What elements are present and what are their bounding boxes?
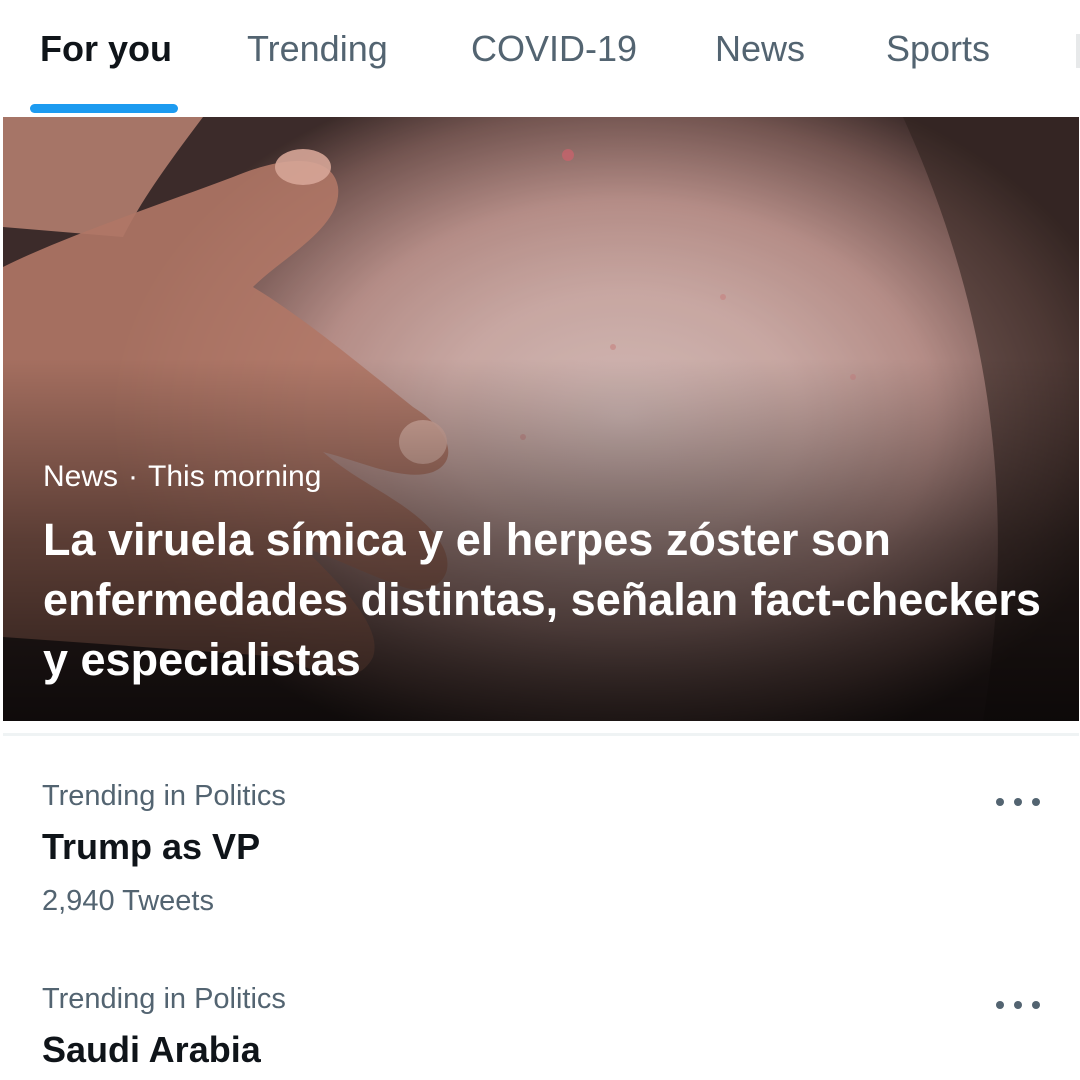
trend-count: 2,940 Tweets (42, 885, 214, 917)
trend-item[interactable]: Trending in Politics Trump as VP 2,940 T… (0, 760, 1080, 960)
hero-news-card[interactable]: News · This morning La viruela símica y el… (3, 117, 1079, 721)
tab-trending[interactable]: Trending (247, 28, 388, 70)
hero-headline: La viruela símica y el herpes zóster son… (43, 514, 1041, 685)
hero-meta: News · This morning (43, 460, 321, 494)
trend-title: Trump as VP (42, 826, 261, 867)
tab-covid-19[interactable]: COVID-19 (471, 28, 637, 70)
trend-item[interactable]: Trending in Politics Saudi Arabia (0, 963, 1080, 1080)
tab-news[interactable]: News (715, 28, 805, 70)
active-tab-indicator (30, 104, 178, 113)
more-horizontal-icon[interactable] (996, 990, 1040, 1020)
tab-for-you[interactable]: For you (40, 28, 172, 70)
explore-tabs: For you Trending COVID-19 News Sports (0, 0, 1080, 115)
hero-category: News (43, 460, 119, 493)
trend-context: Trending in Politics (42, 780, 286, 812)
meta-separator: · (128, 460, 139, 493)
section-divider (3, 733, 1079, 736)
tab-overflow-edge (1076, 34, 1080, 68)
trend-title: Saudi Arabia (42, 1029, 261, 1070)
hero-time: This morning (148, 460, 322, 493)
tab-sports[interactable]: Sports (886, 28, 990, 70)
trend-context: Trending in Politics (42, 983, 286, 1015)
more-horizontal-icon[interactable] (996, 787, 1040, 817)
